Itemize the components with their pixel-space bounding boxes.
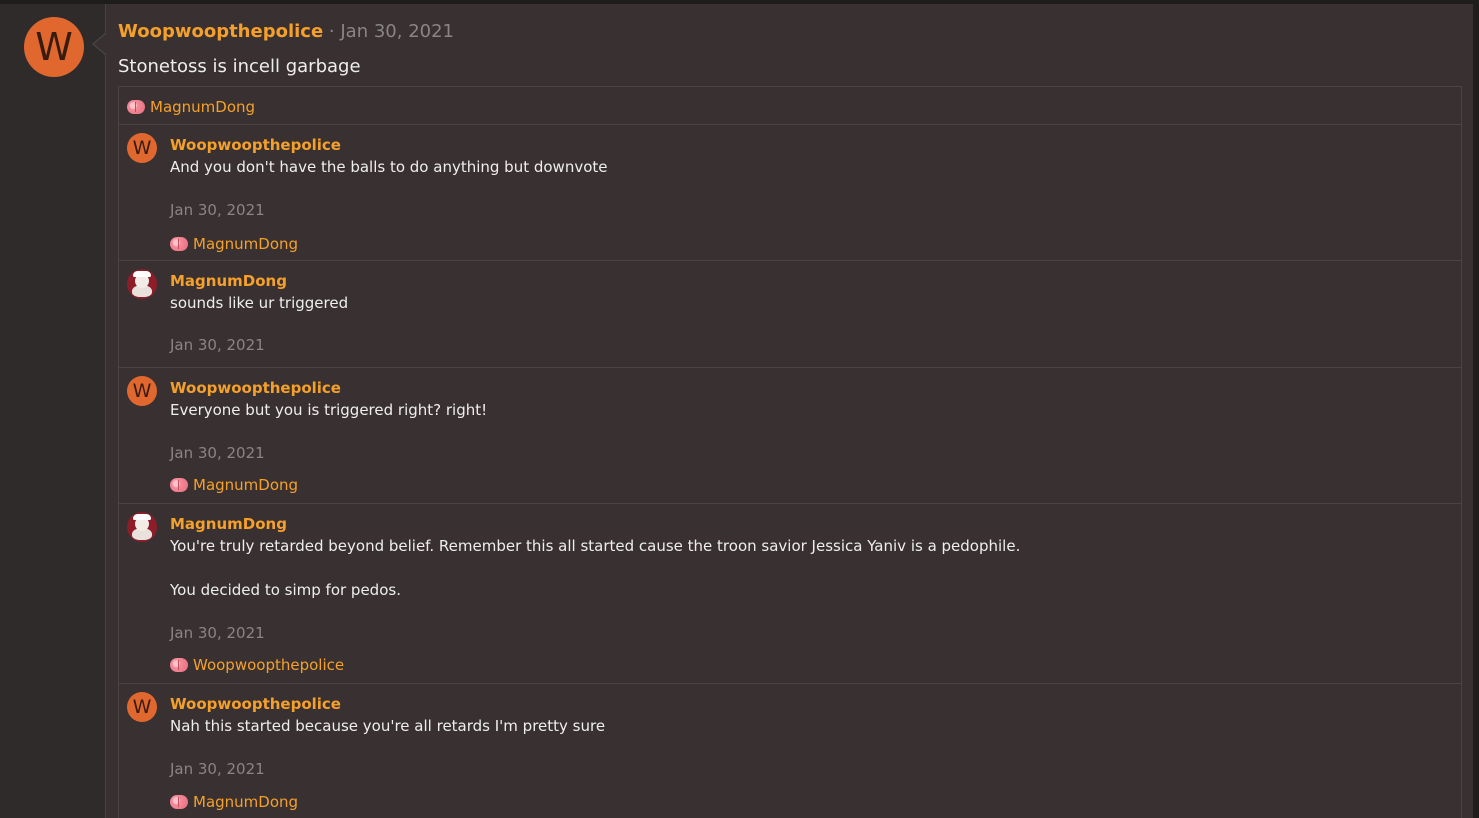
brain-icon — [127, 100, 145, 114]
post-arrow-inner — [94, 33, 107, 55]
avatar-hat — [133, 514, 151, 520]
comment-date[interactable]: Jan 30, 2021 — [170, 444, 265, 462]
avatar[interactable]: W — [127, 692, 157, 722]
comment-reaction[interactable]: Woopwoopthepolice — [170, 656, 344, 674]
comment-author-link[interactable]: Woopwoopthepolice — [170, 695, 341, 713]
post-separator: · — [328, 21, 335, 42]
reaction-user-link[interactable]: Woopwoopthepolice — [193, 656, 344, 674]
reaction-user-link[interactable]: MagnumDong — [193, 793, 298, 811]
page: W Woopwoopthepolice · Jan 30, 2021 Stone… — [0, 0, 1479, 818]
avatar[interactable] — [127, 512, 157, 542]
post-author-link[interactable]: Woopwoopthepolice — [118, 21, 323, 42]
comment-author-link[interactable]: MagnumDong — [170, 515, 287, 533]
comment-author-link[interactable]: Woopwoopthepolice — [170, 136, 341, 154]
brain-icon — [170, 658, 188, 672]
reaction-user-link[interactable]: MagnumDong — [150, 98, 255, 116]
avatar[interactable]: W — [127, 376, 157, 406]
comment-text: Everyone but you is triggered right? rig… — [170, 401, 488, 419]
reaction-user-link[interactable]: MagnumDong — [193, 235, 298, 253]
avatar[interactable]: W — [127, 133, 157, 163]
thread-reaction-bar: MagnumDong — [119, 87, 1461, 125]
comment-reaction[interactable]: MagnumDong — [170, 476, 298, 494]
comment-text: Nah this started because you're all reta… — [170, 717, 606, 735]
post-reaction[interactable]: MagnumDong — [127, 98, 255, 116]
comment-date[interactable]: Jan 30, 2021 — [170, 624, 265, 642]
comment-text-line-2: You decided to simp for pedos. — [170, 581, 401, 599]
comment-text: And you don't have the balls to do anyth… — [170, 158, 608, 176]
post-header: Woopwoopthepolice · Jan 30, 2021 — [118, 21, 454, 42]
brain-icon — [170, 795, 188, 809]
comment: MagnumDong You're truly retarded beyond … — [119, 504, 1461, 684]
comment-reaction[interactable]: MagnumDong — [170, 235, 298, 253]
comment: W Woopwoopthepolice Nah this started bec… — [119, 684, 1461, 818]
avatar-hat — [133, 271, 151, 277]
brain-icon — [170, 478, 188, 492]
post-date[interactable]: Jan 30, 2021 — [340, 21, 454, 42]
comment-date[interactable]: Jan 30, 2021 — [170, 760, 265, 778]
comment-thread: MagnumDong W Woopwoopthepolice And you d… — [118, 86, 1462, 818]
post-avatar[interactable]: W — [24, 17, 84, 77]
comment-date[interactable]: Jan 30, 2021 — [170, 201, 265, 219]
comment-author-link[interactable]: Woopwoopthepolice — [170, 379, 341, 397]
comment: W Woopwoopthepolice Everyone but you is … — [119, 368, 1461, 504]
author-column: W — [0, 4, 106, 818]
comment: W Woopwoopthepolice And you don't have t… — [119, 125, 1461, 261]
brain-icon — [170, 237, 188, 251]
comment: MagnumDong sounds like ur triggered Jan … — [119, 261, 1461, 368]
avatar[interactable] — [127, 269, 157, 299]
comment-date[interactable]: Jan 30, 2021 — [170, 336, 265, 354]
comment-text: You're truly retarded beyond belief. Rem… — [170, 537, 1021, 555]
comment-text: sounds like ur triggered — [170, 294, 349, 312]
comment-author-link[interactable]: MagnumDong — [170, 272, 287, 290]
comment-reaction[interactable]: MagnumDong — [170, 793, 298, 811]
reaction-user-link[interactable]: MagnumDong — [193, 476, 298, 494]
post-body: Stonetoss is incell garbage — [118, 56, 361, 77]
